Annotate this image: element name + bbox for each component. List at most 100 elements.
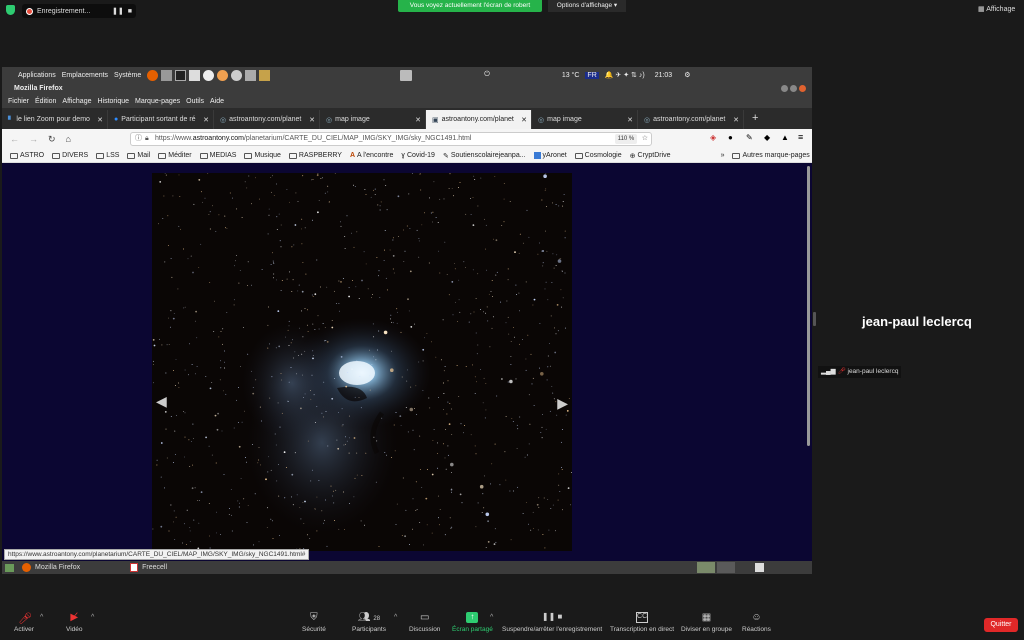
menu-tools[interactable]: Outils: [186, 98, 204, 105]
close-tab-icon[interactable]: ✕: [97, 116, 103, 124]
browser-tab[interactable]: ◎ astroantony.com/planet ✕: [638, 110, 744, 129]
applications-menu[interactable]: Applications: [18, 72, 56, 79]
camera-icon[interactable]: [203, 69, 215, 81]
view-button[interactable]: ▦ Affichage: [978, 5, 1015, 13]
bookmark-link[interactable]: yAronet: [533, 152, 567, 159]
chat-button[interactable]: ▭ Discussion: [409, 612, 440, 633]
screenshot-icon[interactable]: [245, 69, 257, 81]
settings-gear-icon[interactable]: ⚙: [684, 71, 690, 79]
menu-bookmarks[interactable]: Marque-pages: [135, 98, 180, 105]
power-icon[interactable]: ⏻: [484, 71, 490, 79]
files-icon[interactable]: [161, 69, 173, 81]
close-window-icon[interactable]: [799, 85, 806, 92]
bookmark-folder[interactable]: Mail: [127, 152, 150, 159]
menu-view[interactable]: Affichage: [62, 98, 91, 105]
workspace-1[interactable]: [697, 562, 716, 573]
more-bookmarks-chevron-icon[interactable]: »: [721, 152, 725, 159]
tray-icons[interactable]: 🔔 ✈ ✦ ⇅ ♪): [605, 71, 645, 79]
info-icon[interactable]: ⓘ: [135, 133, 142, 145]
stop-recording-icon[interactable]: ■: [128, 8, 132, 15]
sky-image-ngc1491[interactable]: ◀ ▶: [152, 173, 572, 551]
menu-file[interactable]: Fichier: [8, 98, 29, 105]
bookmark-folder[interactable]: LSS: [96, 152, 119, 159]
bookmark-folder[interactable]: ASTRO: [10, 152, 44, 159]
prev-image-arrow-icon[interactable]: ◀: [156, 393, 167, 410]
bookmark-folder[interactable]: Musique: [244, 152, 281, 159]
bookmark-link[interactable]: ✎ Soutienscolairejeanpa...: [443, 152, 526, 160]
extension-icon-4[interactable]: ▲: [781, 133, 789, 142]
calc-icon[interactable]: [189, 69, 201, 81]
pocket-icon[interactable]: ◈: [710, 133, 716, 142]
firefox-icon[interactable]: [147, 69, 159, 81]
bookmark-folder[interactable]: Méditer: [158, 152, 192, 159]
menu-edit[interactable]: Édition: [35, 98, 56, 105]
share-chevron-icon[interactable]: ^: [490, 614, 493, 621]
browser-tab-active[interactable]: ▣ astroantony.com/planet ✕: [426, 110, 532, 129]
close-tab-icon[interactable]: ✕: [733, 116, 739, 124]
share-screen-button[interactable]: ↑ Écran partagé: [452, 612, 493, 633]
extension-icon-2[interactable]: ✎: [746, 133, 753, 142]
video-options-chevron-icon[interactable]: ^: [91, 614, 94, 621]
quit-button[interactable]: Quitter: [984, 618, 1018, 632]
close-tab-icon[interactable]: ✕: [309, 116, 315, 124]
bookmark-folder[interactable]: DIVERS: [52, 152, 88, 159]
close-tab-icon[interactable]: ✕: [415, 116, 421, 124]
vlc-icon[interactable]: [231, 69, 243, 81]
address-bar[interactable]: ⓘ 🔒︎ https://www.astroantony.com/planeta…: [130, 132, 652, 146]
close-tab-icon[interactable]: ✕: [627, 116, 633, 124]
browser-tab[interactable]: ◎ astroantony.com/planet ✕: [214, 110, 320, 129]
terminal-icon[interactable]: [175, 69, 187, 81]
plugin-icon[interactable]: [259, 69, 271, 81]
system-menu[interactable]: Système: [114, 72, 141, 79]
window-controls[interactable]: [781, 85, 806, 92]
taskbar-firefox[interactable]: Mozilla Firefox: [22, 563, 80, 572]
zoom-level-badge[interactable]: 110 %: [615, 134, 637, 144]
participants-chevron-icon[interactable]: ^: [394, 614, 397, 621]
workspace-switcher-icon[interactable]: [400, 69, 413, 81]
transcript-button[interactable]: CC Transcription en direct: [610, 612, 674, 633]
bookmark-folder[interactable]: MEDIAS: [199, 152, 236, 159]
bookmark-link[interactable]: ⊕ CryptDrive: [630, 152, 671, 160]
show-desktop-icon[interactable]: [5, 563, 14, 572]
close-tab-icon[interactable]: ✕: [203, 116, 209, 124]
video-button[interactable]: ▶̸ Vidéo: [66, 612, 83, 633]
menu-history[interactable]: Historique: [97, 98, 129, 105]
bookmark-link[interactable]: ɣ Covid-19: [401, 152, 435, 159]
reactions-button[interactable]: ☺ Réactions: [742, 612, 771, 633]
reload-icon[interactable]: ↻: [48, 134, 56, 145]
browser-tab[interactable]: ◎ map image ✕: [532, 110, 638, 129]
mute-button[interactable]: 🎤︎ Activer: [14, 612, 34, 633]
panel-splitter[interactable]: [813, 312, 816, 326]
forward-icon[interactable]: →: [29, 134, 38, 144]
launcher-icons[interactable]: [147, 69, 271, 81]
bookmark-star-icon[interactable]: ☆: [642, 133, 648, 145]
bookmark-folder[interactable]: Cosmologie: [574, 152, 622, 159]
page-scrollbar[interactable]: [807, 166, 810, 446]
close-tab-icon[interactable]: ✕: [521, 116, 527, 124]
other-bookmarks-folder[interactable]: Autres marque-pages: [732, 152, 810, 159]
home-icon[interactable]: ⌂: [66, 134, 71, 144]
shield-icon[interactable]: [6, 5, 15, 15]
maximize-icon[interactable]: [790, 85, 797, 92]
keyboard-lang[interactable]: FR: [585, 71, 599, 79]
record-control-button[interactable]: ❚❚ ■ Suspendre/arrêter l'enregistrement: [502, 612, 602, 633]
taskbar-freecell[interactable]: Freecell: [130, 563, 167, 572]
browser-tab[interactable]: ● Participant sortant de ré ✕: [108, 110, 214, 129]
trash-icon[interactable]: [755, 563, 765, 572]
places-menu[interactable]: Emplacements: [62, 72, 108, 79]
new-tab-button[interactable]: +: [744, 110, 766, 129]
extension-icon[interactable]: ●: [728, 133, 733, 142]
breakout-button[interactable]: ▦ Diviser en groupe: [681, 612, 732, 633]
minimize-icon[interactable]: [781, 85, 788, 92]
bookmark-link[interactable]: AA l'encontre: [350, 152, 393, 159]
security-button[interactable]: ⛨ Sécurité: [302, 612, 326, 633]
pause-recording-icon[interactable]: ❚❚: [112, 7, 124, 15]
browser-tab[interactable]: ◎ map image ✕: [320, 110, 426, 129]
participants-button[interactable]: 👥︎ 28 Participants: [352, 612, 386, 633]
workspace-2[interactable]: [717, 562, 736, 573]
hand-icon[interactable]: [217, 69, 229, 81]
extension-icon-3[interactable]: ◆: [764, 133, 770, 142]
mute-options-chevron-icon[interactable]: ^: [40, 614, 43, 621]
menu-help[interactable]: Aide: [210, 98, 224, 105]
browser-tab[interactable]: ▘ le lien Zoom pour demo ✕: [2, 110, 108, 129]
